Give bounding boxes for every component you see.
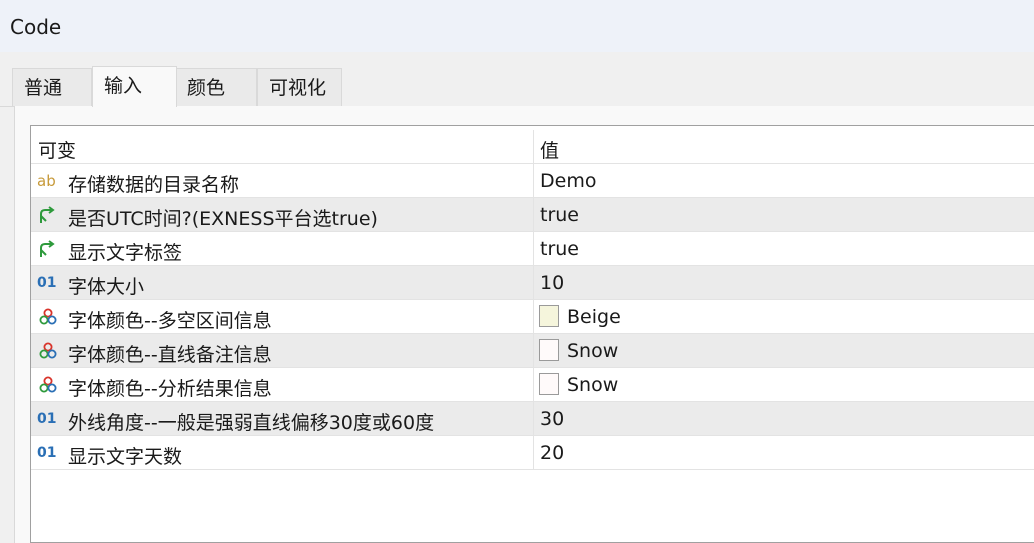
row-name: 字体颜色--多空区间信息 (68, 310, 272, 332)
row-value: true (540, 238, 579, 260)
color-swatch (539, 339, 559, 361)
row-name: 是否UTC时间?(EXNESS平台选true) (68, 208, 378, 230)
table-row[interactable]: 字体颜色--直线备注信息 Snow (31, 334, 1034, 368)
table-row[interactable]: 01 字体大小 10 (31, 266, 1034, 300)
row-value: true (540, 204, 579, 226)
row-value: 20 (540, 442, 565, 464)
inputs-table[interactable]: 可变 值 ab 存储数据的目录名称 Demo 是否UTC时间?(EXNESS平台… (30, 125, 1034, 543)
tab-inputs[interactable]: 输入 (92, 66, 177, 107)
table-row[interactable]: ab 存储数据的目录名称 Demo (31, 164, 1034, 198)
row-value: Beige (567, 306, 621, 328)
value-cell[interactable]: 20 (534, 436, 1034, 469)
table-row[interactable]: 显示文字标签 true (31, 232, 1034, 266)
value-cell[interactable]: true (534, 232, 1034, 265)
table-row[interactable]: 01 显示文字天数 20 (31, 436, 1034, 470)
color-type-icon (37, 375, 59, 395)
table-row[interactable]: 字体颜色--多空区间信息 Beige (31, 300, 1034, 334)
bool-type-icon (37, 239, 59, 259)
table-row[interactable]: 01 外线角度--一般是强弱直线偏移30度或60度 30 (31, 402, 1034, 436)
int-type-icon: 01 (37, 275, 57, 291)
title-bar: Code (0, 0, 1034, 52)
row-value: 30 (540, 408, 565, 430)
window-title: Code (10, 15, 62, 39)
color-type-icon (37, 341, 59, 361)
string-type-icon: ab (37, 172, 56, 190)
color-swatch (539, 373, 559, 395)
row-name: 字体大小 (68, 276, 145, 298)
value-cell[interactable]: Demo (534, 164, 1034, 197)
row-name: 字体颜色--直线备注信息 (68, 344, 272, 366)
table-header: 可变 值 (31, 130, 1034, 164)
column-header-variable: 可变 (38, 140, 77, 162)
row-value: Snow (567, 340, 619, 362)
value-cell[interactable]: true (534, 198, 1034, 231)
tab-visualization[interactable]: 可视化 (257, 68, 342, 106)
color-swatch (539, 305, 559, 327)
value-cell[interactable]: Snow (534, 368, 1034, 401)
value-cell[interactable]: 10 (534, 266, 1034, 299)
int-type-icon: 01 (37, 445, 57, 461)
value-cell[interactable]: Snow (534, 334, 1034, 367)
row-name: 外线角度--一般是强弱直线偏移30度或60度 (68, 412, 435, 434)
row-name: 字体颜色--分析结果信息 (68, 378, 272, 400)
table-row[interactable]: 字体颜色--分析结果信息 Snow (31, 368, 1034, 402)
row-name: 显示文字天数 (68, 446, 183, 468)
row-value: Snow (567, 374, 619, 396)
column-header-value: 值 (540, 140, 560, 162)
tab-bar: 普通 输入 颜色 可视化 (0, 52, 1034, 107)
value-cell[interactable]: Beige (534, 300, 1034, 333)
tab-general[interactable]: 普通 (12, 68, 92, 106)
value-cell[interactable]: 30 (534, 402, 1034, 435)
int-type-icon: 01 (37, 411, 57, 427)
row-name: 存储数据的目录名称 (68, 174, 240, 196)
bool-type-icon (37, 205, 59, 225)
row-value: 10 (540, 272, 565, 294)
table-row[interactable]: 是否UTC时间?(EXNESS平台选true) true (31, 198, 1034, 232)
tab-colors[interactable]: 颜色 (175, 68, 257, 106)
row-value: Demo (540, 170, 597, 192)
row-name: 显示文字标签 (68, 242, 183, 264)
color-type-icon (37, 307, 59, 327)
